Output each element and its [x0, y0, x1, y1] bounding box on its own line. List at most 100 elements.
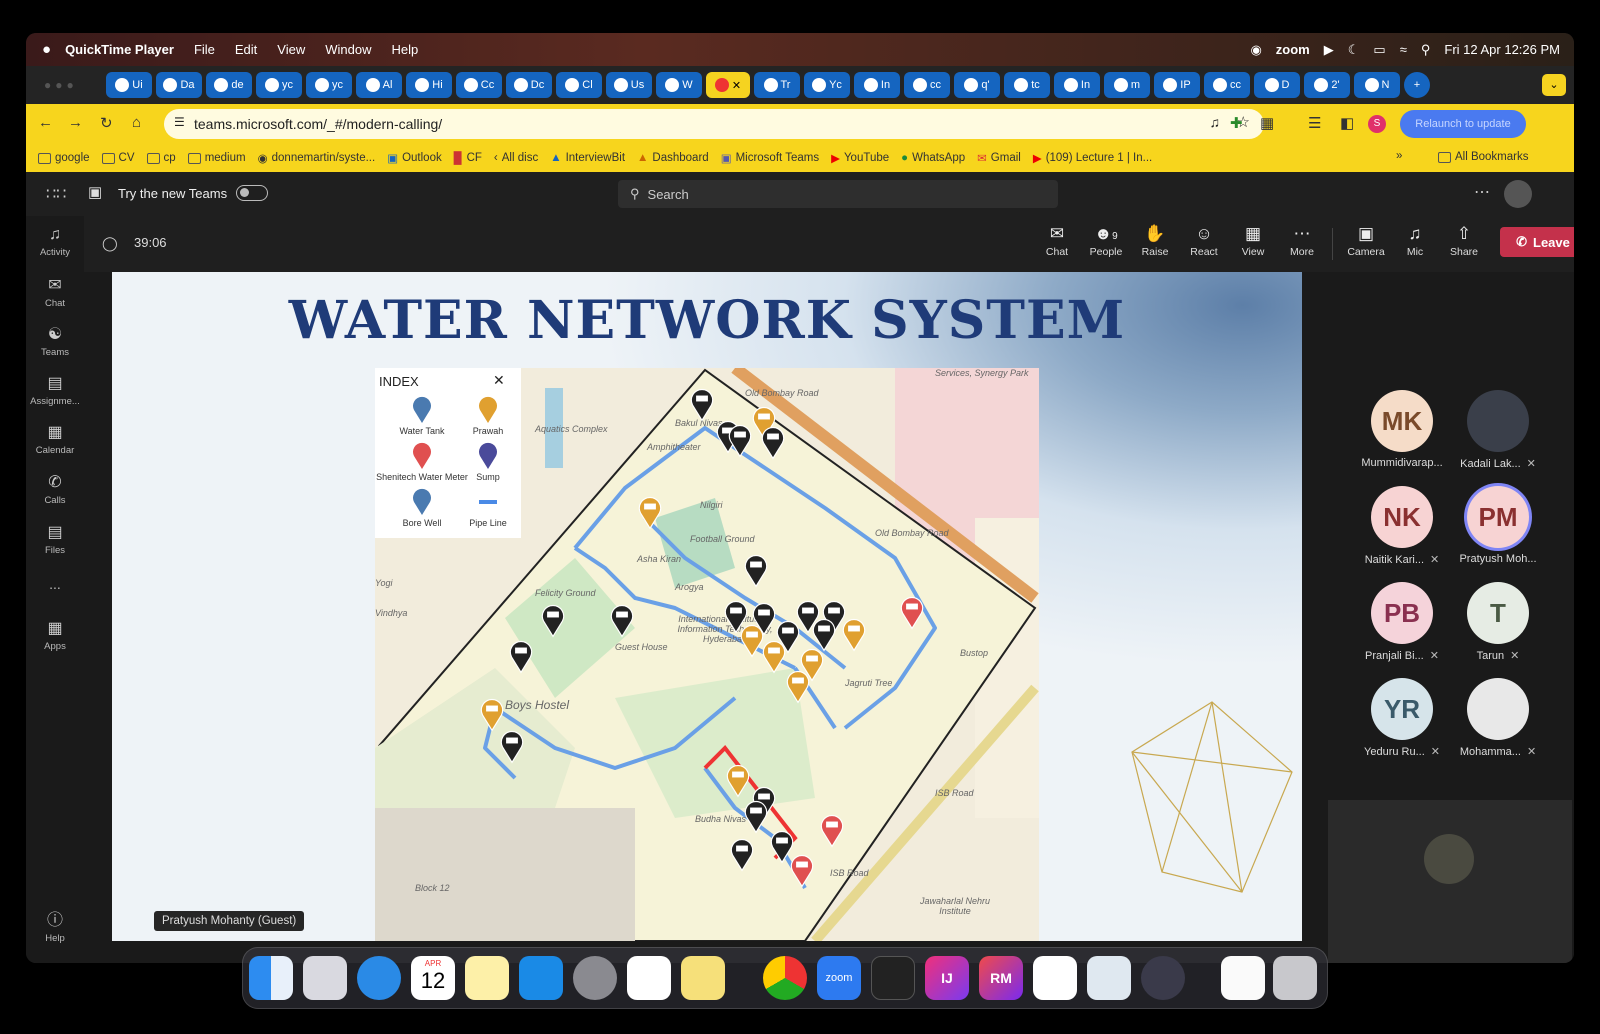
browser-tab[interactable]: yc	[256, 72, 302, 98]
bookmark-link[interactable]: ‹ All disc	[494, 152, 538, 164]
bookmark-link[interactable]: ▶ YouTube	[831, 151, 889, 165]
bookmark-link[interactable]: ▉ CF	[454, 151, 482, 165]
rail-chat[interactable]: ✉ Chat	[26, 275, 84, 309]
preview-icon[interactable]	[1087, 956, 1131, 1000]
bookmark-link[interactable]: ● WhatsApp	[901, 152, 965, 164]
browser-tab[interactable]: cc	[1204, 72, 1250, 98]
browser-tab[interactable]: tc	[1004, 72, 1050, 98]
browser-tab[interactable]: N	[1354, 72, 1400, 98]
browser-tab[interactable]: D	[1254, 72, 1300, 98]
browser-tab[interactable]: de	[206, 72, 252, 98]
finder-icon[interactable]	[249, 956, 293, 1000]
browser-tab[interactable]: Tr	[754, 72, 800, 98]
vscode-icon[interactable]	[1033, 956, 1077, 1000]
browser-tab[interactable]: Da	[156, 72, 202, 98]
bookmark-link[interactable]: ▣ Microsoft Teams	[721, 151, 819, 165]
raise-hand-button[interactable]: ✋ Raise	[1132, 224, 1178, 258]
participant-tile[interactable]: Mohamma... ✕	[1450, 678, 1546, 758]
participant-tile[interactable]: MK Mummidivarap...	[1354, 390, 1450, 469]
bookmark-folder[interactable]: cp	[146, 152, 176, 164]
rail-files[interactable]: ▤ Files	[26, 522, 84, 556]
app-store-icon[interactable]	[519, 956, 563, 1000]
relaunch-button[interactable]: Relaunch to update	[1400, 110, 1526, 138]
browser-tab[interactable]: yc	[306, 72, 352, 98]
reload-icon[interactable]: ↻	[100, 114, 113, 132]
battery-icon[interactable]: ▭	[1373, 42, 1385, 58]
browser-tab[interactable]: Yc	[804, 72, 850, 98]
record-icon[interactable]: ◉	[1250, 42, 1261, 58]
menu-edit[interactable]: Edit	[235, 42, 257, 57]
browser-tab[interactable]: W	[656, 72, 702, 98]
rail-calendar[interactable]: ▦ Calendar	[26, 422, 84, 456]
apple-icon[interactable]: ●	[42, 41, 51, 58]
safari-icon[interactable]	[357, 956, 401, 1000]
browser-tab[interactable]: m	[1104, 72, 1150, 98]
zoom-status[interactable]: zoom	[1276, 42, 1310, 57]
browser-tab[interactable]: In	[854, 72, 900, 98]
system-settings-icon[interactable]	[573, 956, 617, 1000]
participant-tile[interactable]: PM Pratyush Moh...	[1450, 486, 1546, 565]
browser-tab[interactable]: Cl	[556, 72, 602, 98]
app-name[interactable]: QuickTime Player	[65, 42, 174, 57]
share-button[interactable]: ⇧ Share	[1441, 224, 1487, 258]
wifi-icon[interactable]: ≈	[1400, 42, 1407, 57]
browser-tab[interactable]: Dc	[506, 72, 552, 98]
browser-tab[interactable]: Ui	[106, 72, 152, 98]
mic-button[interactable]: ♫ Mic	[1392, 224, 1438, 258]
terminal-icon[interactable]	[871, 956, 915, 1000]
browser-tab[interactable]: Al	[356, 72, 402, 98]
participant-tile[interactable]: Kadali Lak... ✕	[1450, 390, 1546, 470]
camera-button[interactable]: ▣ Camera	[1343, 224, 1389, 258]
browser-tab[interactable]: 2'	[1304, 72, 1350, 98]
participant-tile[interactable]: T Tarun ✕	[1450, 582, 1546, 662]
url-text[interactable]: teams.microsoft.com/_#/modern-calling/	[194, 116, 442, 132]
moon-icon[interactable]: ☾	[1348, 42, 1360, 58]
menu-view[interactable]: View	[277, 42, 305, 57]
trash-icon[interactable]	[1273, 956, 1317, 1000]
more-button[interactable]: ⋯ More	[1279, 224, 1325, 258]
menu-file[interactable]: File	[194, 42, 215, 57]
browser-tab[interactable]: Us	[606, 72, 652, 98]
notes-icon[interactable]	[465, 956, 509, 1000]
browser-tab[interactable]: Hi	[406, 72, 452, 98]
app-launcher-icon[interactable]: ∷∷	[46, 184, 66, 204]
bookmarks-overflow-icon[interactable]: »	[1396, 150, 1402, 162]
people-button[interactable]: ☻9 People	[1083, 224, 1129, 258]
spotlight-icon[interactable]: ⚲	[1421, 42, 1431, 58]
bookmark-link[interactable]: ◉ donnemartin/syste...	[258, 151, 376, 165]
search-box[interactable]: ⚲ Search	[618, 180, 1058, 208]
media-icon[interactable]: ☰	[1308, 114, 1321, 132]
leave-button[interactable]: ✆ Leave	[1500, 227, 1574, 257]
user-avatar[interactable]	[1504, 180, 1532, 208]
datetime[interactable]: Fri 12 Apr 12:26 PM	[1444, 42, 1560, 57]
bookmark-folder[interactable]: google	[38, 152, 90, 164]
try-new-teams-toggle[interactable]	[236, 185, 268, 201]
profile-avatar[interactable]: S	[1368, 115, 1386, 133]
bookmark-link[interactable]: ▲ InterviewBit	[550, 152, 625, 164]
legend-close-icon[interactable]: ✕	[493, 372, 505, 389]
close-icon[interactable]: ✕	[732, 79, 741, 92]
mic-icon[interactable]: ♫	[1210, 114, 1221, 130]
view-button[interactable]: ▦ View	[1230, 224, 1276, 258]
participant-tile[interactable]: PB Pranjali Bi... ✕	[1354, 582, 1450, 662]
window-controls[interactable]: ●●●	[44, 78, 78, 92]
sidepanel-icon[interactable]: ◧	[1340, 114, 1354, 132]
forward-icon[interactable]: →	[68, 114, 83, 131]
bookmark-link[interactable]: ▲ Dashboard	[637, 152, 709, 164]
home-icon[interactable]: ⌂	[132, 114, 141, 131]
rail-apps[interactable]: ▦ Apps	[26, 618, 84, 652]
puzzle-icon[interactable]: ▦	[1260, 114, 1274, 132]
intellij-icon[interactable]: IJ	[925, 956, 969, 1000]
participant-tile[interactable]: YR Yeduru Ru... ✕	[1354, 678, 1450, 758]
calendar-icon[interactable]: APR 12	[411, 956, 455, 1000]
rail-help[interactable]: ⓘ Help	[26, 906, 84, 944]
browser-tab[interactable]: q'	[954, 72, 1000, 98]
browser-tab-active[interactable]: ✕	[706, 72, 750, 98]
react-button[interactable]: ☺ React	[1181, 224, 1227, 258]
chat-button[interactable]: ✉ Chat	[1034, 224, 1080, 258]
browser-tab[interactable]: Cc	[456, 72, 502, 98]
document-icon[interactable]	[1221, 956, 1265, 1000]
browser-tab[interactable]: cc	[904, 72, 950, 98]
rail-activity[interactable]: ♫ Activity	[26, 226, 84, 258]
site-info-icon[interactable]: ☰	[174, 115, 185, 129]
